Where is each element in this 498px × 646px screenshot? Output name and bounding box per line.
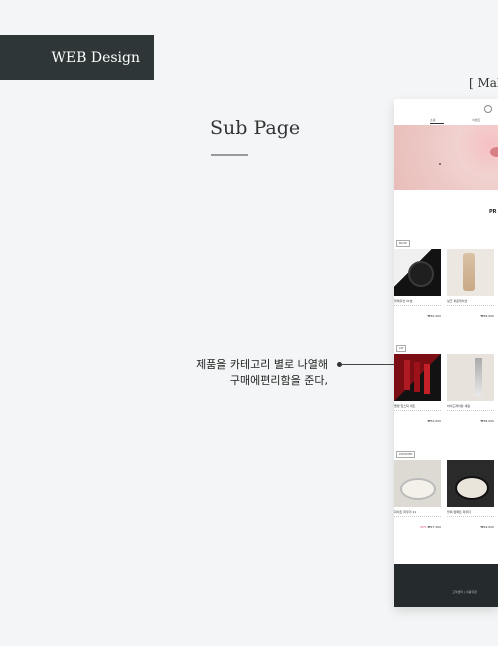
category-label-lip: LIP — [396, 345, 407, 352]
subpage-title-underline — [211, 154, 248, 156]
product-image[interactable] — [447, 460, 494, 507]
subpage-title: Sub Page — [210, 117, 301, 139]
product-name: 블랙쿠션 21호 — [394, 299, 413, 303]
product-description — [447, 305, 494, 312]
product-name: 벨벳 립스틱 세트 — [394, 404, 416, 408]
product-price: ₩48,000 — [447, 314, 494, 318]
product-price: 30% ₩27,300 — [394, 525, 441, 529]
footer-text: 고객센터 | 이용약관 — [452, 590, 477, 594]
mock-headline: PR — [489, 209, 497, 215]
hero-mole-shape — [439, 163, 441, 165]
annotation-text: 제품을 카테고리 별로 나열해 구매에편리함을 준다, — [196, 357, 328, 389]
mock-hero-image — [394, 125, 498, 190]
product-description — [447, 410, 494, 417]
product-description — [394, 410, 441, 417]
product-name: 화이트 파우더 21 — [394, 510, 417, 514]
product-price-value: ₩27,300 — [427, 525, 441, 529]
product-image[interactable] — [394, 354, 441, 401]
product-price: ₩44,000 — [447, 525, 494, 529]
product-price-value: ₩44,000 — [480, 525, 494, 529]
hero-lips-shape — [490, 147, 498, 157]
product-description — [447, 516, 494, 523]
category-label-base: BASE — [396, 240, 410, 247]
product-card[interactable]: 블랙 컴팩트 파우더 ₩44,000 — [447, 460, 494, 529]
brand-logo-icon — [484, 105, 492, 113]
product-price-value: ₩48,000 — [480, 314, 494, 318]
annotation-line-2: 구매에편리함을 준다, — [229, 374, 328, 387]
product-card[interactable]: 화이트 파우더 21 30% ₩27,300 — [394, 460, 441, 529]
product-image[interactable] — [394, 249, 441, 296]
mock-tab-active-indicator — [430, 123, 444, 124]
product-name: 블랙 컴팩트 파우더 — [447, 510, 471, 514]
product-price: ₩40,000 — [394, 314, 441, 318]
subpage-mockup: 쇼핑 이벤트 PR BASE 블랙쿠션 21호 ₩40,000 실크 파운데이션… — [394, 99, 498, 607]
product-sale-badge: 30% — [419, 525, 427, 529]
web-design-tag: WEB Design — [0, 35, 154, 80]
makeup-label: [ Mak — [469, 76, 498, 90]
product-description — [394, 516, 441, 523]
product-card[interactable]: 벨벳 립스틱 세트 ₩52,000 — [394, 354, 441, 423]
product-price-value: ₩52,000 — [427, 419, 441, 423]
product-image[interactable] — [447, 354, 494, 401]
product-card[interactable]: 실크 파운데이션 ₩48,000 — [447, 249, 494, 318]
mock-footer: 고객센터 | 이용약관 — [394, 564, 498, 607]
web-design-tag-label: WEB Design — [51, 49, 141, 66]
annotation-connector-line — [341, 364, 394, 365]
mock-nav-bar: 쇼핑 이벤트 — [394, 99, 498, 125]
product-price: ₩52,000 — [394, 419, 441, 423]
product-name: 실크 파운데이션 — [447, 299, 468, 303]
product-image[interactable] — [447, 249, 494, 296]
product-card[interactable]: 하이드레이팅 세럼 ₩38,000 — [447, 354, 494, 423]
product-price-value: ₩40,000 — [427, 314, 441, 318]
product-image[interactable] — [394, 460, 441, 507]
mock-tab-shop[interactable]: 쇼핑 — [430, 118, 436, 122]
product-card[interactable]: 블랙쿠션 21호 ₩40,000 — [394, 249, 441, 318]
product-price-value: ₩38,000 — [480, 419, 494, 423]
product-name: 하이드레이팅 세럼 — [447, 404, 471, 408]
product-price: ₩38,000 — [447, 419, 494, 423]
product-description — [394, 305, 441, 312]
mock-tab-event[interactable]: 이벤트 — [472, 118, 480, 122]
category-label-powder: POWDER — [396, 451, 416, 458]
annotation-line-1: 제품을 카테고리 별로 나열해 — [196, 358, 328, 371]
